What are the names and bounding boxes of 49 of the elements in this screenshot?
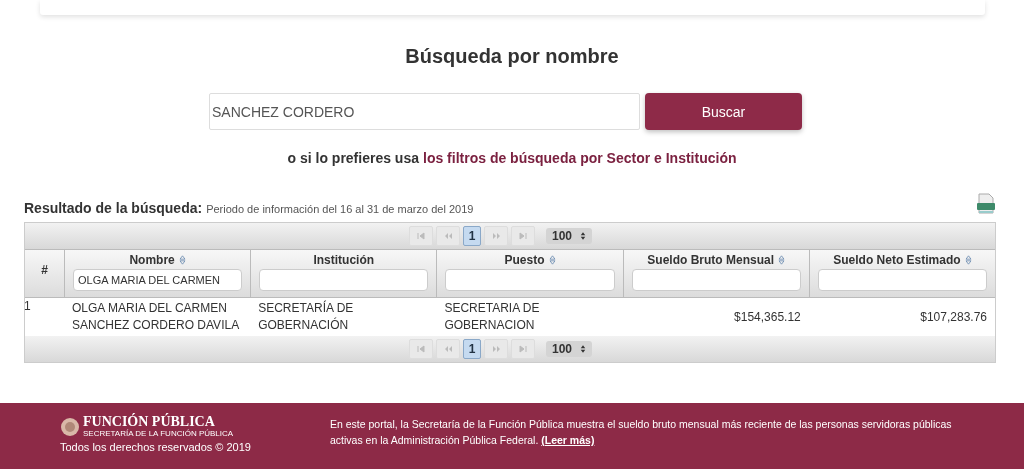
filter-field[interactable]: OLGA MARIA DEL CARMEN <box>73 269 243 291</box>
next-page-icon[interactable] <box>484 226 508 246</box>
column-header[interactable]: Institución <box>313 253 375 267</box>
sort-icon[interactable] <box>964 255 972 265</box>
copyright-text: Todos los derechos reservados © 2019 <box>60 441 252 453</box>
filter-field[interactable] <box>445 269 615 291</box>
stepper-arrows-icon <box>580 344 587 354</box>
last-page-icon[interactable] <box>511 339 535 359</box>
column-header[interactable]: Nombre <box>129 253 186 267</box>
search-button[interactable]: Buscar <box>645 93 802 130</box>
period-text: Periodo de información del 16 al 31 de marzo del 2019 <box>206 203 474 215</box>
first-page-icon[interactable] <box>409 339 433 359</box>
filter-field[interactable] <box>631 269 801 291</box>
column-header[interactable]: Sueldo Neto Estimado <box>833 253 972 267</box>
csv-file-icon[interactable] <box>976 193 996 215</box>
page-number[interactable]: 1 <box>463 339 481 359</box>
results-label: Resultado de la búsqueda: <box>24 200 203 216</box>
column-header[interactable]: Sueldo Bruto Mensual <box>647 253 786 267</box>
search-field[interactable]: SANCHEZ CORDERO <box>209 93 640 130</box>
column-header[interactable]: Puesto <box>504 253 556 267</box>
first-page-icon[interactable] <box>409 226 433 246</box>
table-cell-text: SECRETARIA DE GOBERNACION <box>443 300 541 334</box>
row-number: 1 <box>24 298 32 315</box>
filters-link[interactable]: los filtros de búsqueda por Sector e Institución <box>423 150 737 166</box>
page-title: Búsqueda por nombre <box>404 44 620 68</box>
description-text: En este portal, la Secretaría de la Función Pública muestra el sueldo bruto mensual más reciente de las personas servidoras públicas activas en la Administración Pública Federal. (Leer más) <box>330 418 952 446</box>
logo-text: FUNCIÓN PÚBLICA <box>83 415 216 429</box>
read-more-link[interactable]: (Leer más) <box>541 434 595 446</box>
stepper-arrows-icon <box>580 231 587 241</box>
sort-icon[interactable] <box>548 255 556 265</box>
table-cell-text: $107,283.76 <box>919 308 988 326</box>
page-size-select[interactable]: 100 <box>546 228 592 244</box>
filter-field[interactable] <box>817 269 987 291</box>
sort-icon[interactable] <box>778 255 786 265</box>
column-header: # <box>40 262 49 279</box>
filter-field[interactable] <box>259 269 429 291</box>
page-size-select[interactable]: 100 <box>546 341 592 357</box>
alternative-text: o si lo prefieres usa <box>287 150 419 166</box>
seal-icon <box>60 416 80 437</box>
table-cell-text: OLGA MARIA DEL CARMEN SANCHEZ CORDERO DAVILA <box>71 300 241 334</box>
last-page-icon[interactable] <box>511 226 535 246</box>
page-number[interactable]: 1 <box>463 226 481 246</box>
previous-page-icon[interactable] <box>436 226 460 246</box>
previous-page-icon[interactable] <box>436 339 460 359</box>
table-cell-text: $154,365.12 <box>733 308 802 326</box>
table-cell-text: SECRETARÍA DE GOBERNACIÓN <box>257 299 355 334</box>
logo-subtitle: SECRETARÍA DE LA FUNCIÓN PÚBLICA <box>83 429 234 438</box>
next-page-icon[interactable] <box>484 339 508 359</box>
sort-icon[interactable] <box>178 255 186 265</box>
